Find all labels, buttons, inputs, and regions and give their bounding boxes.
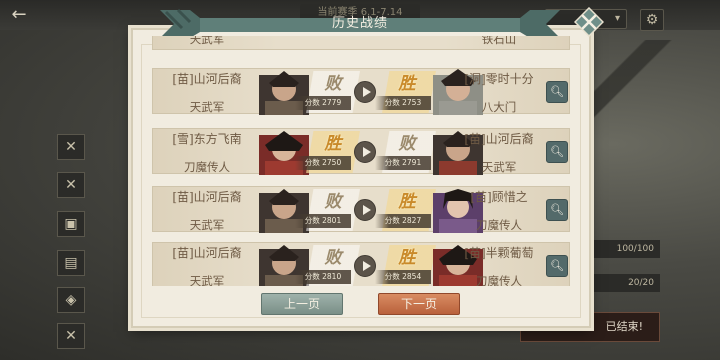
player-name: [苗]山河后裔 [172, 246, 242, 260]
side-sword-icon[interactable]: ✕ [57, 134, 85, 160]
player-name: [苗]山河后裔 [464, 132, 534, 146]
match-history-list: 天武军 铁石山 [苗]山河后裔 天武军 败 分数 2779 胜 分数 2753 … [152, 36, 570, 286]
play-icon[interactable] [354, 141, 376, 163]
side-chest-icon[interactable]: ▤ [57, 250, 85, 276]
gear-icon[interactable]: ⚙ [640, 9, 664, 31]
player-sect: 天武军 [189, 274, 225, 286]
score-label: 分数 2779 [295, 96, 351, 110]
player-sect: 天武军 [189, 218, 225, 232]
back-arrow-icon[interactable]: ← [4, 4, 34, 26]
player-sect: 刀魔传人 [476, 274, 522, 286]
list-item: [苗]山河后裔 天武军 败 分数 2810 胜 分数 2854 [苗]半颗葡萄 … [152, 242, 570, 286]
player-sect: 天武军 [481, 160, 517, 174]
play-icon[interactable] [354, 81, 376, 103]
player-sect: 铁石山 [481, 36, 517, 46]
score-label: 分数 2827 [375, 214, 431, 228]
player-name: [苗]山河后裔 [172, 190, 242, 204]
close-icon[interactable] [573, 6, 605, 38]
search-icon[interactable]: 🔍︎ [546, 141, 568, 163]
next-page-button[interactable]: 下一页 [378, 293, 460, 315]
player-sect: 八大门 [481, 100, 517, 114]
result-badge: 胜 [324, 134, 342, 154]
result-badge: 胜 [398, 248, 416, 268]
prev-page-button[interactable]: 上一页 [261, 293, 343, 315]
player-name: [苗]山河后裔 [172, 72, 242, 86]
score-label: 分数 2750 [295, 156, 351, 170]
score-label: 分数 2791 [375, 156, 431, 170]
player-sect: 刀魔传人 [476, 218, 522, 232]
player-name: [苗]顾惜之 [470, 190, 528, 204]
player-name: [雪]东方飞南 [172, 132, 242, 146]
score-label: 分数 2753 [375, 96, 431, 110]
player-sect: 天武军 [189, 100, 225, 114]
list-item: [苗]山河后裔 天武军 败 分数 2801 胜 分数 2827 [苗]顾惜之 刀… [152, 186, 570, 233]
score-label: 分数 2810 [295, 270, 351, 284]
list-item: 天武军 铁石山 [152, 36, 570, 50]
stat-value: 20/20 [585, 274, 660, 292]
result-badge: 败 [398, 134, 416, 154]
score-label: 分数 2801 [295, 214, 351, 228]
search-icon[interactable]: 🔍︎ [546, 255, 568, 277]
result-badge: 胜 [398, 192, 416, 212]
side-sword-icon[interactable]: ✕ [57, 323, 85, 349]
result-badge: 胜 [398, 74, 416, 94]
side-book-icon[interactable]: ▣ [57, 211, 85, 237]
stat-value: 100/100 [585, 240, 660, 258]
play-icon[interactable] [354, 199, 376, 221]
result-badge: 败 [324, 74, 342, 94]
result-badge: 败 [324, 248, 342, 268]
player-name: [苗]半颗葡萄 [464, 246, 534, 260]
list-item: [苗]山河后裔 天武军 败 分数 2779 胜 分数 2753 [洞]零时十分 … [152, 68, 570, 115]
result-badge: 败 [324, 192, 342, 212]
score-label: 分数 2854 [375, 270, 431, 284]
player-name: [洞]零时十分 [464, 72, 534, 86]
dialog-title: 历史战绩 [331, 16, 388, 31]
search-icon[interactable]: 🔍︎ [546, 81, 568, 103]
player-sect: 天武军 [189, 36, 225, 46]
side-sword-icon[interactable]: ✕ [57, 172, 85, 198]
player-sect: 刀魔传人 [184, 160, 230, 174]
title-banner: 历史战绩 [160, 6, 560, 40]
list-item: [雪]东方飞南 刀魔传人 胜 分数 2750 败 分数 2791 [苗]山河后裔… [152, 128, 570, 175]
play-icon[interactable] [354, 255, 376, 277]
search-icon[interactable]: 🔍︎ [546, 199, 568, 221]
side-scroll-icon[interactable]: ◈ [57, 287, 85, 313]
